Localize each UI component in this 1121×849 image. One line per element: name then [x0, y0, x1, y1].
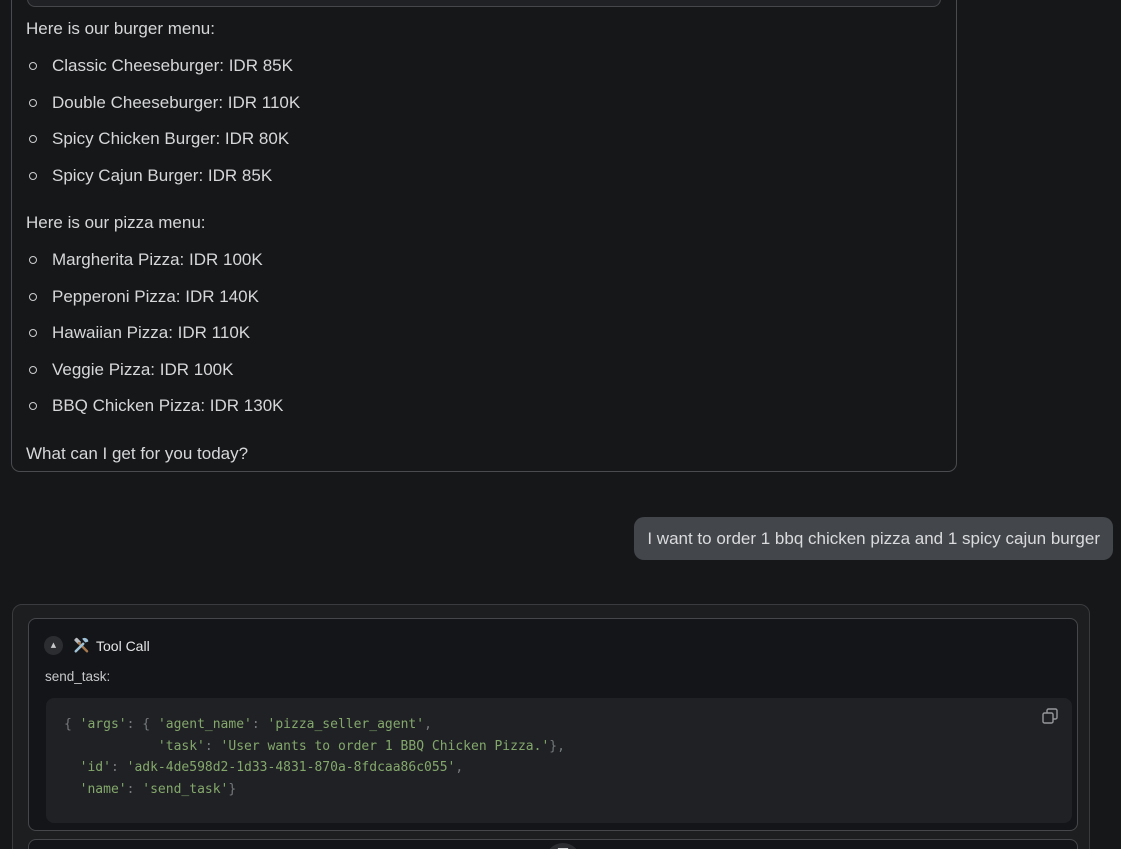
menu-item: Hawaiian Pizza: IDR 110K	[26, 315, 942, 352]
burger-menu-list: Classic Cheeseburger: IDR 85KDouble Chee…	[26, 48, 942, 194]
collapse-button[interactable]: ▲	[44, 636, 63, 655]
agent-closing-question: What can I get for you today?	[26, 442, 942, 465]
collapsed-code-block-edge	[27, 0, 941, 7]
copy-button[interactable]	[1040, 706, 1060, 726]
menu-item: BBQ Chicken Pizza: IDR 130K	[26, 388, 942, 425]
menu-item: Margherita Pizza: IDR 100K	[26, 242, 942, 279]
user-message-bubble: I want to order 1 bbq chicken pizza and …	[634, 517, 1113, 560]
agent-message: Here is our burger menu: Classic Cheeseb…	[11, 0, 957, 472]
pizza-menu-list: Margherita Pizza: IDR 100KPepperoni Pizz…	[26, 242, 942, 425]
menu-item: Spicy Chicken Burger: IDR 80K	[26, 121, 942, 158]
tool-call-title: Tool Call	[96, 638, 150, 654]
tool-call-header: ▲ Tool Call	[44, 636, 150, 655]
menu-item: Pepperoni Pizza: IDR 140K	[26, 279, 942, 316]
hammer-and-wrench-icon	[73, 637, 90, 654]
event-card: ▲ Tool Call send_task: { 'args': { 'agen…	[12, 604, 1090, 849]
burger-menu-intro: Here is our burger menu:	[26, 17, 942, 40]
chat-scroll-area: Here is our burger menu: Classic Cheeseb…	[0, 0, 1121, 849]
menu-item: Classic Cheeseburger: IDR 85K	[26, 48, 942, 85]
arrow-down-icon: ▼	[545, 845, 581, 849]
menu-item: Veggie Pizza: IDR 100K	[26, 352, 942, 389]
tool-call-code: { 'args': { 'agent_name': 'pizza_seller_…	[46, 698, 1072, 816]
pizza-menu-intro: Here is our pizza menu:	[26, 211, 942, 234]
tool-function-name: send_task:	[45, 669, 110, 684]
tool-call-panel: ▲ Tool Call send_task: { 'args': { 'agen…	[28, 618, 1078, 831]
caret-up-icon: ▲	[51, 641, 56, 649]
copy-icon	[1040, 706, 1060, 726]
menu-item: Spicy Cajun Burger: IDR 85K	[26, 158, 942, 195]
tool-call-code-block: { 'args': { 'agent_name': 'pizza_seller_…	[46, 698, 1072, 823]
menu-item: Double Cheeseburger: IDR 110K	[26, 85, 942, 122]
